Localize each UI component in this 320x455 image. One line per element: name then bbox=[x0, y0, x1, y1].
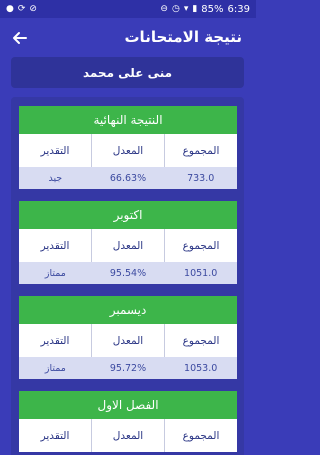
average-value: 95.72% bbox=[109, 362, 147, 374]
average-label: المعدل bbox=[91, 134, 164, 167]
result-labels-row: المجموع المعدل التقدير bbox=[19, 419, 237, 452]
total-label: المجموع bbox=[164, 229, 237, 262]
grade-label: التقدير bbox=[40, 334, 70, 347]
student-name: منى على محمد bbox=[82, 65, 173, 80]
total-value: 1051.0 bbox=[184, 267, 218, 279]
wifi-icon: ▾ bbox=[183, 4, 189, 14]
total-value: 1053.0 bbox=[184, 362, 218, 374]
grade-label: التقدير bbox=[40, 239, 70, 252]
result-labels-row: المجموع المعدل التقدير bbox=[19, 324, 237, 357]
result-values-row: 1051.0 95.54% ممتاز bbox=[19, 262, 237, 284]
result-card-december: ديسمبر المجموع المعدل التقدير 1053.0 95.… bbox=[19, 296, 237, 379]
result-values-row: 733.0 66.63% جيد bbox=[19, 167, 237, 189]
block-icon: ⊘ bbox=[29, 4, 37, 14]
result-card-header: الفصل الاول bbox=[19, 391, 237, 419]
battery-percentage: 85% bbox=[201, 3, 224, 15]
average-label: المعدل bbox=[91, 229, 164, 262]
grade-value: ممتاز bbox=[44, 362, 66, 374]
result-card-header: النتيجة النهائية bbox=[19, 106, 237, 134]
total-value: 733.0 bbox=[187, 172, 215, 184]
average-label: المعدل bbox=[91, 419, 164, 452]
result-card-header: اكتوبر bbox=[19, 201, 237, 229]
grade-value: ممتاز bbox=[44, 267, 66, 279]
app-bar: نتيجة الامتحانات bbox=[0, 18, 256, 58]
status-bar: ● ⟳ ⊘ ⊖ ◷ ▾ ▮ 85% 6:39 bbox=[0, 0, 256, 18]
status-time: 6:39 bbox=[227, 3, 250, 15]
result-card-first-term: الفصل الاول المجموع المعدل التقدير bbox=[19, 391, 237, 452]
total-label: المجموع bbox=[164, 324, 237, 357]
average-value: 95.54% bbox=[109, 267, 147, 279]
average-value: 66.63% bbox=[109, 172, 147, 184]
total-label: المجموع bbox=[164, 419, 237, 452]
battery-icon: ▮ bbox=[192, 4, 198, 14]
result-labels-row: المجموع المعدل التقدير bbox=[19, 229, 237, 262]
result-card-final: النتيجة النهائية المجموع المعدل التقدير … bbox=[19, 106, 237, 189]
alarm-icon: ◷ bbox=[171, 4, 180, 14]
result-values-row: 1053.0 95.72% ممتاز bbox=[19, 357, 237, 379]
average-label: المعدل bbox=[91, 324, 164, 357]
total-label: المجموع bbox=[164, 134, 237, 167]
grade-label: التقدير bbox=[40, 429, 70, 442]
grade-value: جيد bbox=[48, 172, 63, 184]
result-card-october: اكتوبر المجموع المعدل التقدير 1051.0 95.… bbox=[19, 201, 237, 284]
student-name-card: منى على محمد bbox=[11, 57, 244, 88]
results-panel[interactable]: النتيجة النهائية المجموع المعدل التقدير … bbox=[11, 97, 244, 455]
grade-label: التقدير bbox=[40, 144, 70, 157]
result-labels-row: المجموع المعدل التقدير bbox=[19, 134, 237, 167]
sync-icon: ⟳ bbox=[17, 4, 26, 14]
mute-icon: ⊖ bbox=[160, 4, 168, 14]
notification-icon: ● bbox=[6, 4, 14, 14]
back-button[interactable] bbox=[8, 26, 32, 50]
result-card-header: ديسمبر bbox=[19, 296, 237, 324]
arrow-back-icon bbox=[13, 32, 27, 44]
page-title: نتيجة الامتحانات bbox=[124, 28, 242, 46]
